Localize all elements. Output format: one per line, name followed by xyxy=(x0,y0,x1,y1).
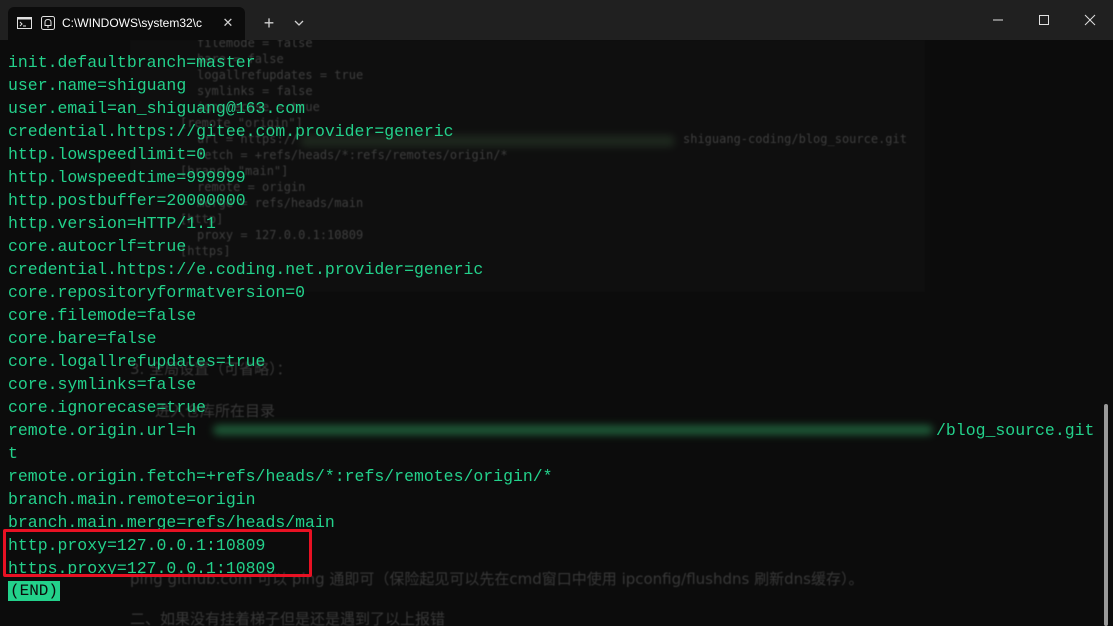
background-heading: 二、如果没有挂着梯子但是还是遇到了以上报错 xyxy=(130,610,446,626)
url-prefix: remote.origin.url=h xyxy=(8,421,197,440)
dropdown-button[interactable] xyxy=(289,12,309,34)
close-icon xyxy=(1084,14,1096,26)
output-line: credential.https://e.coding.net.provider… xyxy=(8,260,484,279)
output-line: core.symlinks=false xyxy=(8,375,197,394)
new-tab-button[interactable]: + xyxy=(258,12,280,34)
output-line: user.email=an_shiguang@163.com xyxy=(8,99,306,118)
bell-icon xyxy=(41,16,55,30)
output-line: t xyxy=(8,444,18,463)
output-line: core.ignorecase=true xyxy=(8,398,207,417)
maximize-icon xyxy=(1039,15,1049,25)
terminal-tab[interactable]: C:\WINDOWS\system32\c ✕ xyxy=(8,7,245,40)
output-line: core.logallrefupdates=true xyxy=(8,352,266,371)
output-line: init.defaultbranch=master xyxy=(8,53,256,72)
output-line: core.repositoryformatversion=0 xyxy=(8,283,306,302)
minimize-icon xyxy=(993,19,1003,21)
output-line: http.version=HTTP/1.1 xyxy=(8,214,216,233)
background-code-line: shiguang-coding/blog_source.git xyxy=(683,132,907,146)
proxy-highlight-box xyxy=(3,529,312,577)
url-tail: /blog_source.git xyxy=(936,421,1095,440)
minimize-button[interactable] xyxy=(975,0,1021,40)
scrollbar[interactable] xyxy=(1104,404,1108,626)
output-line: branch.main.remote=origin xyxy=(8,490,256,509)
output-line: credential.https://gitee.com.provider=ge… xyxy=(8,122,454,141)
output-line: http.postbuffer=20000000 xyxy=(8,191,246,210)
background-code-line: filemode = false xyxy=(197,40,313,50)
terminal-content[interactable]: filemode = false bare = false logallrefu… xyxy=(0,40,1113,626)
output-line: http.lowspeedtime=999999 xyxy=(8,168,246,187)
end-marker: (END) xyxy=(8,581,61,601)
output-line: remote.origin.fetch=+refs/heads/*:refs/r… xyxy=(8,467,553,486)
output-line: core.autocrlf=true xyxy=(8,237,187,256)
terminal-output: init.defaultbranch=master user.name=shig… xyxy=(8,51,1094,580)
output-line: core.filemode=false xyxy=(8,306,197,325)
terminal-icon xyxy=(17,17,32,29)
output-line: user.name=shiguang xyxy=(8,76,187,95)
tab-title: C:\WINDOWS\system32\c xyxy=(62,16,203,30)
close-window-button[interactable] xyxy=(1067,0,1113,40)
output-line-url: remote.origin.url=h/blog_source.git xyxy=(8,419,1094,442)
chevron-down-icon xyxy=(294,20,304,26)
tab-close-button[interactable]: ✕ xyxy=(219,14,237,32)
maximize-button[interactable] xyxy=(1021,0,1067,40)
blurred-url xyxy=(213,425,933,435)
output-line: http.lowspeedlimit=0 xyxy=(8,145,207,164)
output-line: core.bare=false xyxy=(8,329,157,348)
title-bar: C:\WINDOWS\system32\c ✕ + xyxy=(0,0,1113,40)
